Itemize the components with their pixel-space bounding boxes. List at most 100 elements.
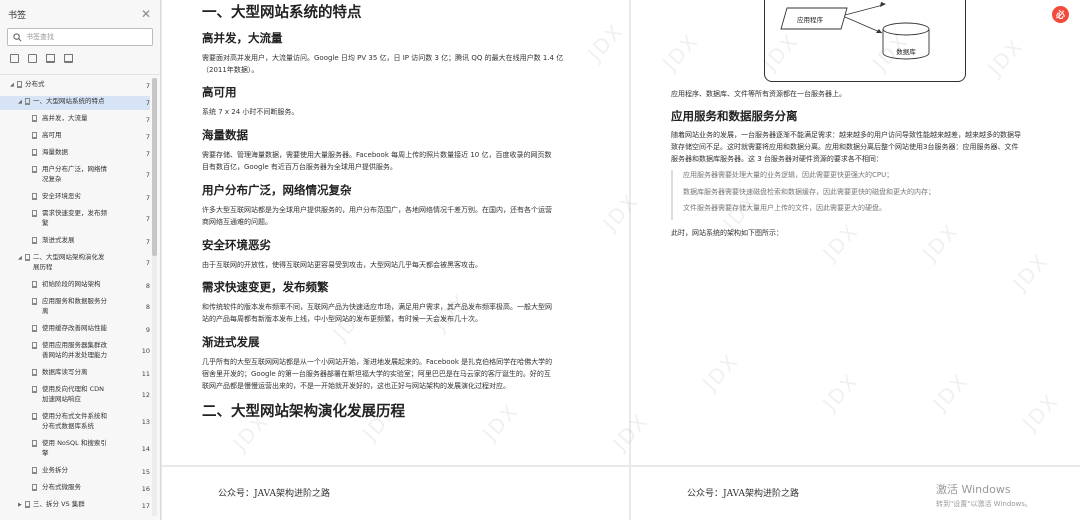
toc-item-page: 11 bbox=[141, 370, 150, 378]
toc-item-page: 7 bbox=[145, 238, 150, 246]
bookmark-icon bbox=[32, 484, 37, 491]
quote-line: 文件服务器需要存储大量用户上传的文件，因此需要更大的硬盘。 bbox=[683, 204, 886, 212]
toc-item[interactable]: 数据库读写分离 11 bbox=[0, 367, 150, 381]
toc-item-label: 需求快速变更，发布频 bbox=[42, 209, 107, 217]
diagram-caption: 应用程序、数据库、文件等所有资源都在一台服务器上。 bbox=[671, 90, 846, 98]
section-heading: 高可用 bbox=[202, 85, 237, 99]
expand-all-icon[interactable] bbox=[10, 54, 19, 63]
diagram-app-label: 应用程序 bbox=[797, 15, 824, 24]
bookmark-icon bbox=[32, 281, 37, 288]
delete-bookmark-icon[interactable] bbox=[64, 54, 73, 63]
sidebar-scrollbar[interactable] bbox=[152, 78, 157, 516]
section-heading: 用户分布广泛，网络情况复杂 bbox=[202, 183, 352, 197]
add-bookmark-icon[interactable] bbox=[46, 54, 55, 63]
bookmark-search-box[interactable] bbox=[7, 28, 153, 46]
toc-item[interactable]: 渐进式发展 7 bbox=[0, 235, 150, 249]
bookmark-icon bbox=[32, 413, 37, 420]
toc-item-label: 使用应用服务器集群改 bbox=[42, 341, 107, 349]
expand-arrow-icon[interactable]: ◢ bbox=[10, 81, 14, 91]
toc-item-label-cont: 分布式数据库系统 bbox=[42, 422, 94, 430]
paragraph-line: 需要面对高并发用户，大流量访问。Google 日均 PV 35 亿，日 IP 访… bbox=[202, 54, 564, 62]
toc-item[interactable]: 初始阶段的网站架构 8 bbox=[0, 279, 150, 293]
toc-item-label: 二、大型网站架构演化发 bbox=[33, 253, 105, 261]
toc-item[interactable]: 使用缓存改善网站性能 9 bbox=[0, 323, 150, 337]
toc-item[interactable]: ▶ 三、拆分 VS 集群 17 bbox=[0, 499, 150, 513]
bookmark-icon bbox=[32, 369, 37, 376]
toc-item[interactable]: 高并发，大流量 7 bbox=[0, 113, 150, 127]
paragraph-line: （2011年数据）。 bbox=[202, 66, 259, 74]
search-icon bbox=[13, 32, 22, 41]
toc-item-label: 使用分布式文件系统和 bbox=[42, 412, 107, 420]
bookmark-icon bbox=[32, 325, 37, 332]
toc-item[interactable]: 需求快速变更，发布频繁 7 bbox=[0, 208, 150, 232]
document-page-left: 一、大型网站系统的特点 高并发，大流量 需要面对高并发用户，大流量访问。Google… bbox=[162, 0, 629, 465]
toc-item[interactable]: 使用应用服务器集群改 善网站的并发处理能力 10 bbox=[0, 340, 150, 364]
toc-item[interactable]: 业务拆分 15 bbox=[0, 465, 150, 479]
toc-item[interactable]: 分布式微服务 16 bbox=[0, 482, 150, 496]
bookmark-icon bbox=[32, 115, 37, 122]
toc-item[interactable]: 用户分布广泛，网络情 况复杂 7 bbox=[0, 164, 150, 188]
paragraph-line: 由于互联网的开放性，使得互联网站更容易受到攻击，大型网站几乎每天都会被黑客攻击。 bbox=[202, 261, 482, 269]
toc-item-page: 7 bbox=[145, 99, 150, 107]
toc-item-label-cont: 况复杂 bbox=[42, 175, 62, 183]
toc-item-label: 使用缓存改善网站性能 bbox=[42, 324, 107, 332]
toc-item[interactable]: ◢ 分布式 7 bbox=[0, 79, 150, 93]
toc-item-label: 海量数据 bbox=[42, 148, 68, 156]
toc-item[interactable]: 海量数据 7 bbox=[0, 147, 150, 161]
toc-item[interactable]: 使用 NoSQL 和搜索引擎 14 bbox=[0, 438, 150, 462]
bookmark-sidebar: 书签 ✕ ◢ 分布式 7 ◢ 一、大型网站系统的特点 7 高并发，大流量 7 高可用 7 海量数据 7… bbox=[0, 0, 161, 520]
toc-item[interactable]: 应用服务和数据服务分离 8 bbox=[0, 296, 150, 320]
document-page-right: 应用程序 数据库 应用程序、数据库、文件等所有资源都在一台服务器上。 应用服务和数… bbox=[631, 0, 1080, 465]
translate-badge-icon[interactable]: 必 bbox=[1052, 6, 1069, 23]
section-heading: 需求快速变更，发布频繁 bbox=[202, 280, 329, 294]
paragraph-line: 系统 7 x 24 小时不间断服务。 bbox=[202, 108, 299, 116]
bookmark-icon bbox=[32, 467, 37, 474]
expand-arrow-icon[interactable]: ◢ bbox=[18, 254, 22, 264]
toc-item-label-cont: 繁 bbox=[42, 219, 49, 227]
paragraph-line: 此时，网站系统的架构如下图所示： bbox=[671, 229, 783, 237]
toc-item-page: 12 bbox=[141, 391, 150, 399]
toc-item-page: 14 bbox=[141, 445, 150, 453]
collapsed-arrow-icon[interactable]: ▶ bbox=[18, 501, 22, 511]
expand-arrow-icon[interactable]: ◢ bbox=[18, 98, 22, 108]
toc-item[interactable]: ◢ 二、大型网站架构演化发 展历程 7 bbox=[0, 252, 150, 276]
sidebar-header: 书签 ✕ bbox=[0, 0, 160, 28]
toc-item-label: 应用服务和数据服务分 bbox=[42, 297, 107, 305]
toc-item-page: 7 bbox=[145, 116, 150, 124]
page-footer-left: 公众号：JAVA架构进阶之路 bbox=[162, 467, 629, 520]
scrollbar-thumb[interactable] bbox=[152, 78, 157, 256]
sidebar-title: 书签 bbox=[8, 10, 27, 21]
footer-text: 公众号：JAVA架构进阶之路 bbox=[218, 489, 331, 499]
toc-item[interactable]: 高可用 7 bbox=[0, 130, 150, 144]
toc-item-label: 使用反向代理和 CDN bbox=[42, 385, 104, 393]
paragraph-line: 致存储空间不足。这时就需要将应用和数据分离。应用和数据分离后整个网站使用3台服务… bbox=[671, 143, 1019, 151]
footer-text: 公众号：JAVA架构进阶之路 bbox=[687, 489, 800, 499]
paragraph-line: 宿舍里开发的；Google 的第一台服务器部署在斯坦福大学的实验室；阿里巴巴是在… bbox=[202, 370, 551, 378]
toc-item-page: 13 bbox=[141, 418, 150, 426]
toc-item-label-cont: 展历程 bbox=[33, 263, 53, 271]
toc-item[interactable]: 使用反向代理和 CDN 加速网站响应 12 bbox=[0, 384, 150, 408]
toc-item-label-cont: 加速网站响应 bbox=[42, 395, 81, 403]
toc-item[interactable]: 使用分布式文件系统和 分布式数据库系统 13 bbox=[0, 411, 150, 435]
bookmark-icon bbox=[32, 298, 37, 305]
bookmark-search-input[interactable] bbox=[26, 33, 146, 41]
toc-item[interactable]: 安全环境恶劣 7 bbox=[0, 191, 150, 205]
paragraph-line: 服务器和数据库服务器。这 3 台服务器对硬件资源的要求各不相同： bbox=[671, 155, 883, 163]
toc-item-page: 16 bbox=[141, 485, 150, 493]
toc-item-label: 安全环境恶劣 bbox=[42, 192, 81, 200]
bookmark-icon bbox=[17, 81, 22, 88]
bookmark-icon bbox=[32, 440, 37, 447]
bookmark-icon bbox=[32, 132, 37, 139]
toc-item-label: 三、拆分 VS 集群 bbox=[33, 500, 85, 508]
collapse-all-icon[interactable] bbox=[28, 54, 37, 63]
close-icon[interactable]: ✕ bbox=[141, 8, 151, 20]
paragraph-line: 目有数百亿，Google 有近百万台服务器为全球用户提供服务。 bbox=[202, 163, 397, 171]
toc-item-label-cont: 擎 bbox=[42, 449, 49, 457]
bookmark-icon bbox=[25, 501, 30, 508]
bookmark-icon bbox=[32, 193, 37, 200]
toc-item-page: 15 bbox=[141, 468, 150, 476]
section-heading: 渐进式发展 bbox=[202, 335, 260, 349]
toc-item-label: 使用 NoSQL 和搜索引 bbox=[42, 439, 107, 447]
quote-line: 数据库服务器需要快速磁盘检索和数据缓存，因此需要更快的磁盘和更大的内存； bbox=[683, 187, 935, 196]
toc-item[interactable]: ◢ 一、大型网站系统的特点 7 bbox=[0, 96, 150, 110]
